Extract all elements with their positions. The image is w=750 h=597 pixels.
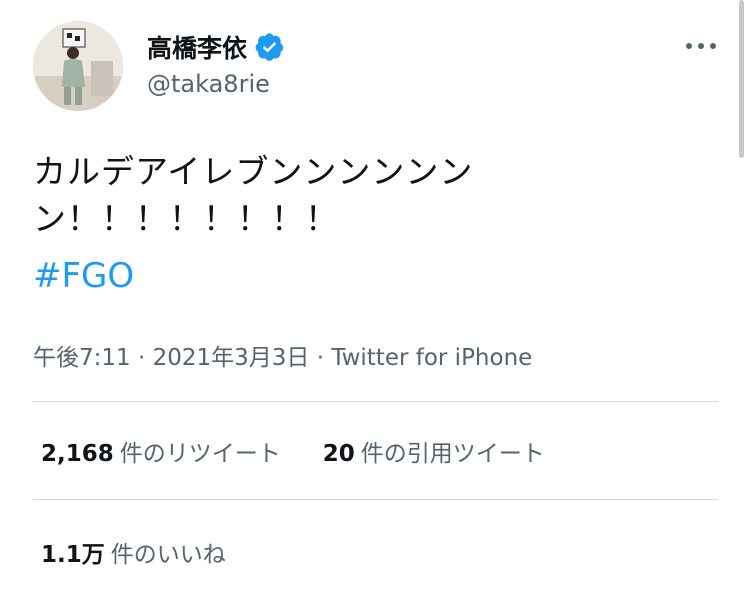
verified-badge-icon [255, 33, 284, 61]
quotes-count: 20 [322, 441, 355, 467]
hashtag-link[interactable]: #FGO [33, 256, 134, 296]
likes-count: 1.1万 [41, 542, 105, 568]
tweet-text-line: ン！！！！！！！！ [33, 199, 339, 238]
likes-stat[interactable]: 1.1万 件のいいね [41, 535, 226, 569]
meta-separator: · [137, 345, 146, 371]
author-display-name[interactable]: 高橋李依 [147, 29, 247, 65]
tweet-text-line: カルデアイレブンンンンンン [33, 152, 474, 191]
likes-label: 件のいいね [110, 542, 226, 568]
author-avatar[interactable] [33, 21, 123, 111]
tweet-date[interactable]: 2021年3月3日 [153, 345, 310, 371]
engagement-stats: 2,168 件のリツイート 20 件の引用ツイート [41, 434, 545, 468]
quotes-label: 件の引用ツイート [360, 441, 545, 467]
scrollbar[interactable] [739, 0, 744, 158]
author-display-name-row[interactable]: 高橋李依 [147, 29, 285, 65]
divider [33, 499, 718, 500]
more-options-icon[interactable] [686, 36, 716, 56]
avatar-photo-icon [33, 21, 123, 111]
tweet-text: カルデアイレブンンンンンン ン！！！！！！！！ [33, 148, 513, 242]
more-dot-icon [698, 43, 704, 49]
divider [33, 401, 718, 402]
author-handle[interactable]: @taka8rie [147, 70, 270, 98]
tweet-metadata: 午後7:11 · 2021年3月3日 · Twitter for iPhone [33, 338, 532, 372]
retweets-count: 2,168 [41, 441, 114, 467]
more-dot-icon [710, 43, 716, 49]
tweet-source[interactable]: Twitter for iPhone [331, 345, 532, 371]
retweets-label: 件のリツイート [119, 441, 281, 467]
quotes-stat[interactable]: 20 件の引用ツイート [323, 434, 545, 468]
meta-separator: · [316, 345, 325, 371]
tweet-time[interactable]: 午後7:11 [33, 345, 131, 371]
retweets-stat[interactable]: 2,168 件のリツイート [41, 434, 281, 468]
more-dot-icon [686, 43, 692, 49]
